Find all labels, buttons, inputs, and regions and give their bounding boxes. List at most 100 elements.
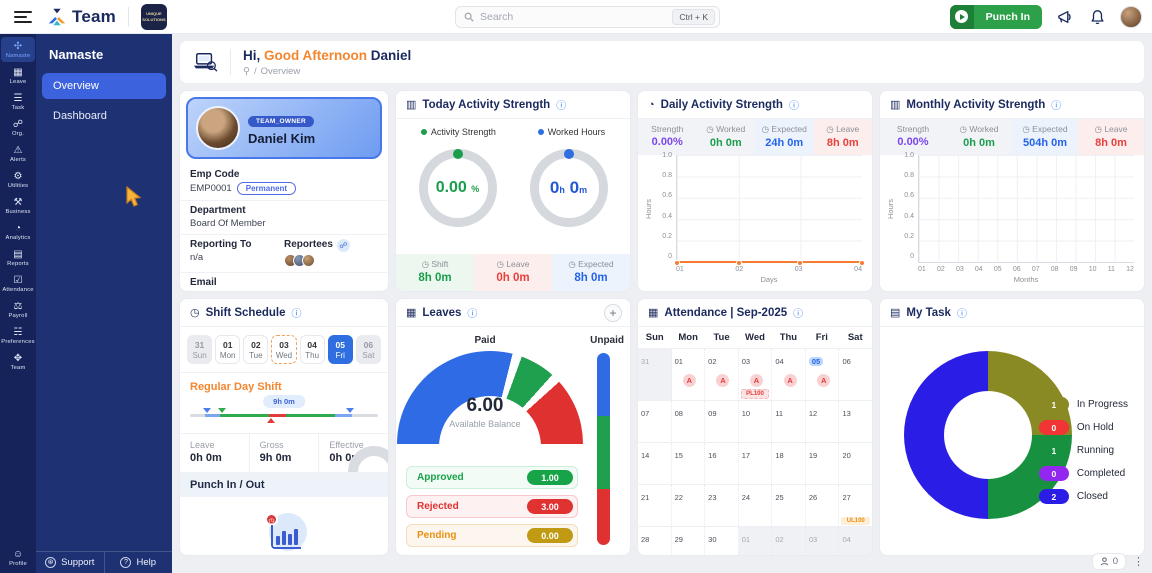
rail-item-task[interactable]: ☰Task [1, 89, 35, 114]
legend-item-on-hold[interactable]: 0On Hold [1039, 420, 1128, 435]
rail-item-namaste[interactable]: ✣Namaste [1, 37, 35, 62]
shift-day-mon[interactable]: 01Mon [215, 335, 240, 364]
calendar-day[interactable]: 21 [638, 485, 672, 527]
help-button[interactable]: ? Help [105, 552, 173, 573]
calendar-day[interactable]: 10 [739, 401, 773, 443]
rail-item-org[interactable]: ☍Org. [1, 115, 35, 140]
rail-item-preferences[interactable]: ☵Preferences [1, 323, 35, 348]
info-icon[interactable]: ⓘ [793, 305, 803, 320]
leave-count-pill: 1.00 [527, 470, 573, 485]
shift-day-wed[interactable]: 03Wed [271, 335, 296, 364]
employment-type-badge: Permanent [237, 182, 296, 195]
punch-in-button[interactable]: Punch In [950, 5, 1042, 29]
calendar-day[interactable]: 06 [839, 349, 872, 401]
calendar-day[interactable]: 22 [672, 485, 706, 527]
profile-photo[interactable] [196, 106, 240, 150]
namaste-icon: ✣ [14, 41, 22, 52]
rail-item-profile[interactable]: ☺Profile [1, 545, 35, 570]
rail-item-payroll[interactable]: ⚖Payroll [1, 297, 35, 322]
calendar-day[interactable]: 18 [772, 443, 806, 485]
calendar-day[interactable]: 26 [806, 485, 840, 527]
calendar-day[interactable]: 19 [806, 443, 840, 485]
calendar-day[interactable]: 08 [672, 401, 706, 443]
menu-item-overview[interactable]: Overview [42, 73, 166, 99]
reportees-label: Reportees [284, 239, 333, 250]
shift-day-tue[interactable]: 02Tue [243, 335, 268, 364]
breadcrumb-overview-link[interactable]: Overview [261, 66, 301, 77]
support-button[interactable]: ⊛ Support [36, 552, 105, 573]
announcements-icon[interactable] [1057, 9, 1075, 25]
shift-day-fri[interactable]: 05Fri [328, 335, 353, 364]
calendar-day[interactable]: 20 [839, 443, 872, 485]
legend-item-running[interactable]: 1Running [1039, 443, 1128, 458]
calendar-day[interactable]: 17 [739, 443, 773, 485]
info-icon[interactable]: ⓘ [467, 305, 477, 320]
calendar-day[interactable]: 04A [772, 349, 806, 401]
calendar-day[interactable]: 31 [638, 349, 672, 401]
rail-item-alerts[interactable]: ⚠Alerts [1, 141, 35, 166]
shift-day-sun[interactable]: 31Sun [187, 335, 212, 364]
calendar-day[interactable]: 03APL100 [739, 349, 773, 401]
legend-item-in-progress[interactable]: 1In Progress [1039, 397, 1128, 412]
shift-day-thu[interactable]: 04Thu [300, 335, 325, 364]
reportees-avatars[interactable] [284, 254, 378, 267]
rail-item-reports[interactable]: ▤Reports [1, 245, 35, 270]
legend-item-closed[interactable]: 2Closed [1039, 489, 1128, 504]
weekday-label: Tue [705, 327, 738, 348]
day-number: 15 [675, 451, 683, 460]
info-icon[interactable]: ⓘ [556, 97, 566, 112]
calendar-day[interactable]: 23 [705, 485, 739, 527]
calendar-day[interactable]: 02 [772, 527, 806, 556]
calendar-day[interactable]: 14 [638, 443, 672, 485]
day-number: 03 [809, 535, 817, 544]
info-icon[interactable]: ⓘ [789, 97, 799, 112]
day-number: 12 [809, 409, 817, 418]
calendar-day[interactable]: 30 [705, 527, 739, 556]
rail-item-business[interactable]: ⚒Business [1, 193, 35, 218]
org-badge[interactable]: UNIQUE SOLUTIONS [141, 4, 167, 30]
kebab-menu-icon[interactable]: ⋮ [1133, 555, 1144, 568]
day-number: 28 [641, 535, 649, 544]
calendar-day[interactable]: 29 [672, 527, 706, 556]
calendar-day[interactable]: 25 [772, 485, 806, 527]
calendar-day[interactable]: 01A [672, 349, 706, 401]
app-logo[interactable]: Team [46, 6, 116, 28]
online-users-button[interactable]: 0 [1092, 553, 1126, 570]
info-icon[interactable]: ⓘ [291, 305, 301, 320]
calendar-day[interactable]: 03 [806, 527, 840, 556]
legend-item-completed[interactable]: 0Completed [1039, 466, 1128, 481]
calendar-day[interactable]: 11 [772, 401, 806, 443]
global-search[interactable]: Ctrl + K [455, 6, 720, 28]
calendar-day[interactable]: 27UL100 [839, 485, 872, 527]
menu-item-dashboard[interactable]: Dashboard [42, 103, 166, 129]
rail-item-leave[interactable]: ▦Leave [1, 63, 35, 88]
day-number: 04 [842, 535, 850, 544]
calendar-day[interactable]: 16 [705, 443, 739, 485]
calendar-day[interactable]: 02A [705, 349, 739, 401]
calendar-day[interactable]: 07 [638, 401, 672, 443]
plot-area [676, 155, 862, 263]
calendar-day[interactable]: 15 [672, 443, 706, 485]
sidebar-panel: Namaste Overview Dashboard ⊛ Support ? H… [36, 34, 172, 573]
shift-day-sat[interactable]: 06Sat [356, 335, 381, 364]
search-input[interactable] [480, 11, 666, 23]
calendar-day[interactable]: 09 [705, 401, 739, 443]
rail-item-utilities[interactable]: ⚙Utilities [1, 167, 35, 192]
add-leave-button[interactable]: + [604, 304, 622, 322]
calendar-day[interactable]: 04 [839, 527, 872, 556]
rail-item-team[interactable]: ✥Team [1, 349, 35, 374]
rail-item-analytics[interactable]: ◔Analytics [1, 219, 35, 244]
mouse-cursor [126, 186, 143, 208]
hamburger-menu-icon[interactable] [14, 11, 32, 23]
notifications-bell-icon[interactable] [1090, 9, 1105, 25]
calendar-day[interactable]: 24 [739, 485, 773, 527]
calendar-day[interactable]: 01 [739, 527, 773, 556]
calendar-day[interactable]: 05A [806, 349, 840, 401]
calendar-day[interactable]: 12 [806, 401, 840, 443]
rail-item-attendance[interactable]: ☑Attendance [1, 271, 35, 296]
user-avatar[interactable] [1120, 6, 1142, 28]
calendar-day[interactable]: 28 [638, 527, 672, 556]
info-icon[interactable]: ⓘ [957, 305, 967, 320]
info-icon[interactable]: ⓘ [1051, 97, 1061, 112]
calendar-day[interactable]: 13 [839, 401, 872, 443]
